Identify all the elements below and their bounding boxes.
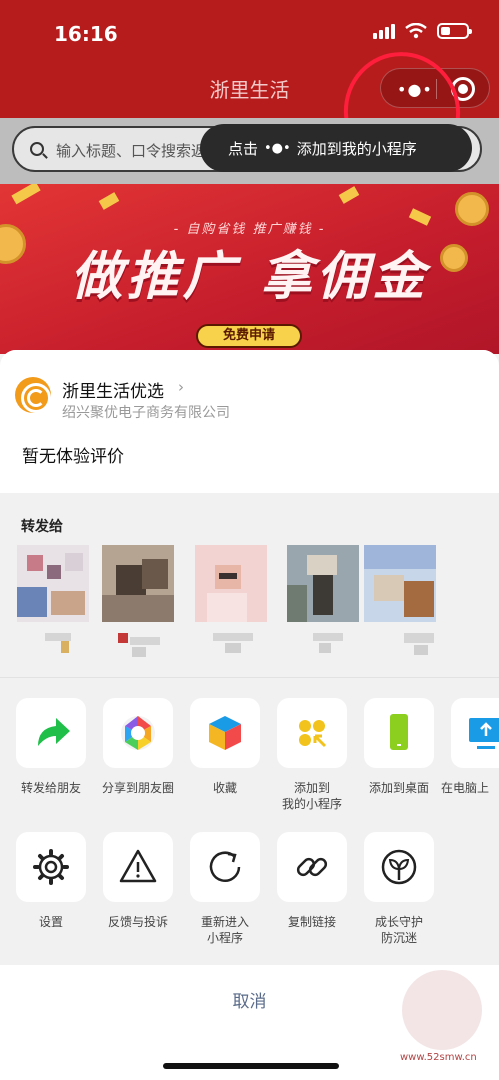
watermark-seal (402, 970, 482, 1050)
action-label: 复制链接 (287, 915, 336, 929)
contact-name-pixelated (27, 633, 83, 659)
watermark-text: www.52smw.cn (400, 1052, 477, 1063)
search-icon (30, 142, 44, 156)
link-icon (296, 857, 328, 877)
tile (277, 832, 347, 902)
moments-icon (121, 716, 155, 750)
battery-icon (437, 23, 472, 39)
divider (0, 677, 499, 678)
gear-icon (33, 849, 69, 885)
chevron-right-icon[interactable]: › (178, 378, 184, 396)
share-arrow-icon (38, 718, 70, 746)
contact-name-pixelated (112, 633, 168, 659)
contact-item[interactable] (364, 545, 436, 655)
review-text: 暂无体验评价 (22, 447, 124, 467)
avatar (17, 545, 89, 622)
status-time: 16:16 (54, 22, 118, 46)
tile (451, 698, 499, 768)
avatar (287, 545, 359, 622)
signal-icon (373, 23, 395, 39)
promo-banner[interactable]: - 自购省钱 推广赚钱 - 做推广 拿佣金 免费申请 (0, 184, 499, 354)
contact-item[interactable] (195, 545, 267, 653)
tip-prefix: 点击 (228, 139, 259, 158)
tile (103, 698, 173, 768)
status-icons (373, 23, 472, 39)
app-name[interactable]: 浙里生活优选 (62, 377, 164, 402)
tile (364, 698, 434, 768)
contact-name-pixelated (297, 633, 353, 659)
open-on-pc-icon (469, 718, 499, 749)
search-placeholder: 输入标题、口令搜索返利 (56, 142, 222, 160)
contact-item[interactable] (287, 545, 359, 653)
contact-item[interactable] (102, 545, 174, 657)
app-info-card: 浙里生活优选 › 绍兴聚优电子商务有限公司 暂无体验评价 (0, 350, 499, 493)
confetti-decoration (338, 186, 360, 204)
action-label: 重新进入 小程序 (200, 915, 249, 945)
avatar (364, 545, 436, 622)
contact-name-pixelated (374, 633, 434, 659)
tile (364, 832, 434, 902)
home-indicator[interactable] (163, 1063, 339, 1069)
sprout-icon (381, 849, 417, 885)
confetti-decoration (98, 192, 120, 210)
tile (16, 832, 86, 902)
action-label: 转发给朋友 (20, 781, 81, 795)
apply-button[interactable]: 免费申请 (196, 324, 302, 348)
action-label: 添加到 我的小程序 (281, 781, 342, 811)
action-label: 设置 (38, 915, 63, 929)
avatar (102, 545, 174, 622)
add-to-desktop-icon (390, 714, 408, 750)
company-name: 绍兴聚优电子商务有限公司 (62, 405, 230, 421)
action-label: 成长守护 防沉迷 (374, 915, 423, 945)
tile (277, 698, 347, 768)
contact-name-pixelated (205, 633, 261, 659)
favorite-cube-icon (209, 716, 241, 750)
wifi-icon (405, 23, 427, 39)
action-label: 分享到朋友圈 (101, 781, 174, 795)
tile (190, 698, 260, 768)
tip-suffix: 添加到我的小程序 (296, 139, 417, 158)
tip-dots-icon: •●• (264, 140, 291, 156)
contact-item[interactable] (17, 545, 89, 653)
tile (16, 698, 86, 768)
tile (103, 832, 173, 902)
confetti-decoration (11, 184, 41, 205)
add-tip-popup: 点击 •●• 添加到我的小程序 (200, 124, 472, 172)
action-sheet: 浙里生活优选 › 绍兴聚优电子商务有限公司 暂无体验评价 转发给 转发给朋友 分… (0, 350, 499, 1080)
tile (190, 832, 260, 902)
share-title: 转发给 (21, 519, 63, 535)
banner-title: 做推广 拿佣金 (70, 247, 429, 307)
app-logo-icon (15, 377, 51, 413)
action-label: 收藏 (212, 781, 237, 795)
action-label: 在电脑上 (441, 781, 490, 795)
action-label: 反馈与投诉 (107, 915, 168, 929)
add-miniprogram-icon (299, 720, 327, 748)
contact-list (17, 545, 499, 670)
reload-icon (209, 851, 241, 882)
action-label: 添加到桌面 (368, 781, 429, 795)
warning-icon (119, 849, 157, 883)
avatar (195, 545, 267, 622)
